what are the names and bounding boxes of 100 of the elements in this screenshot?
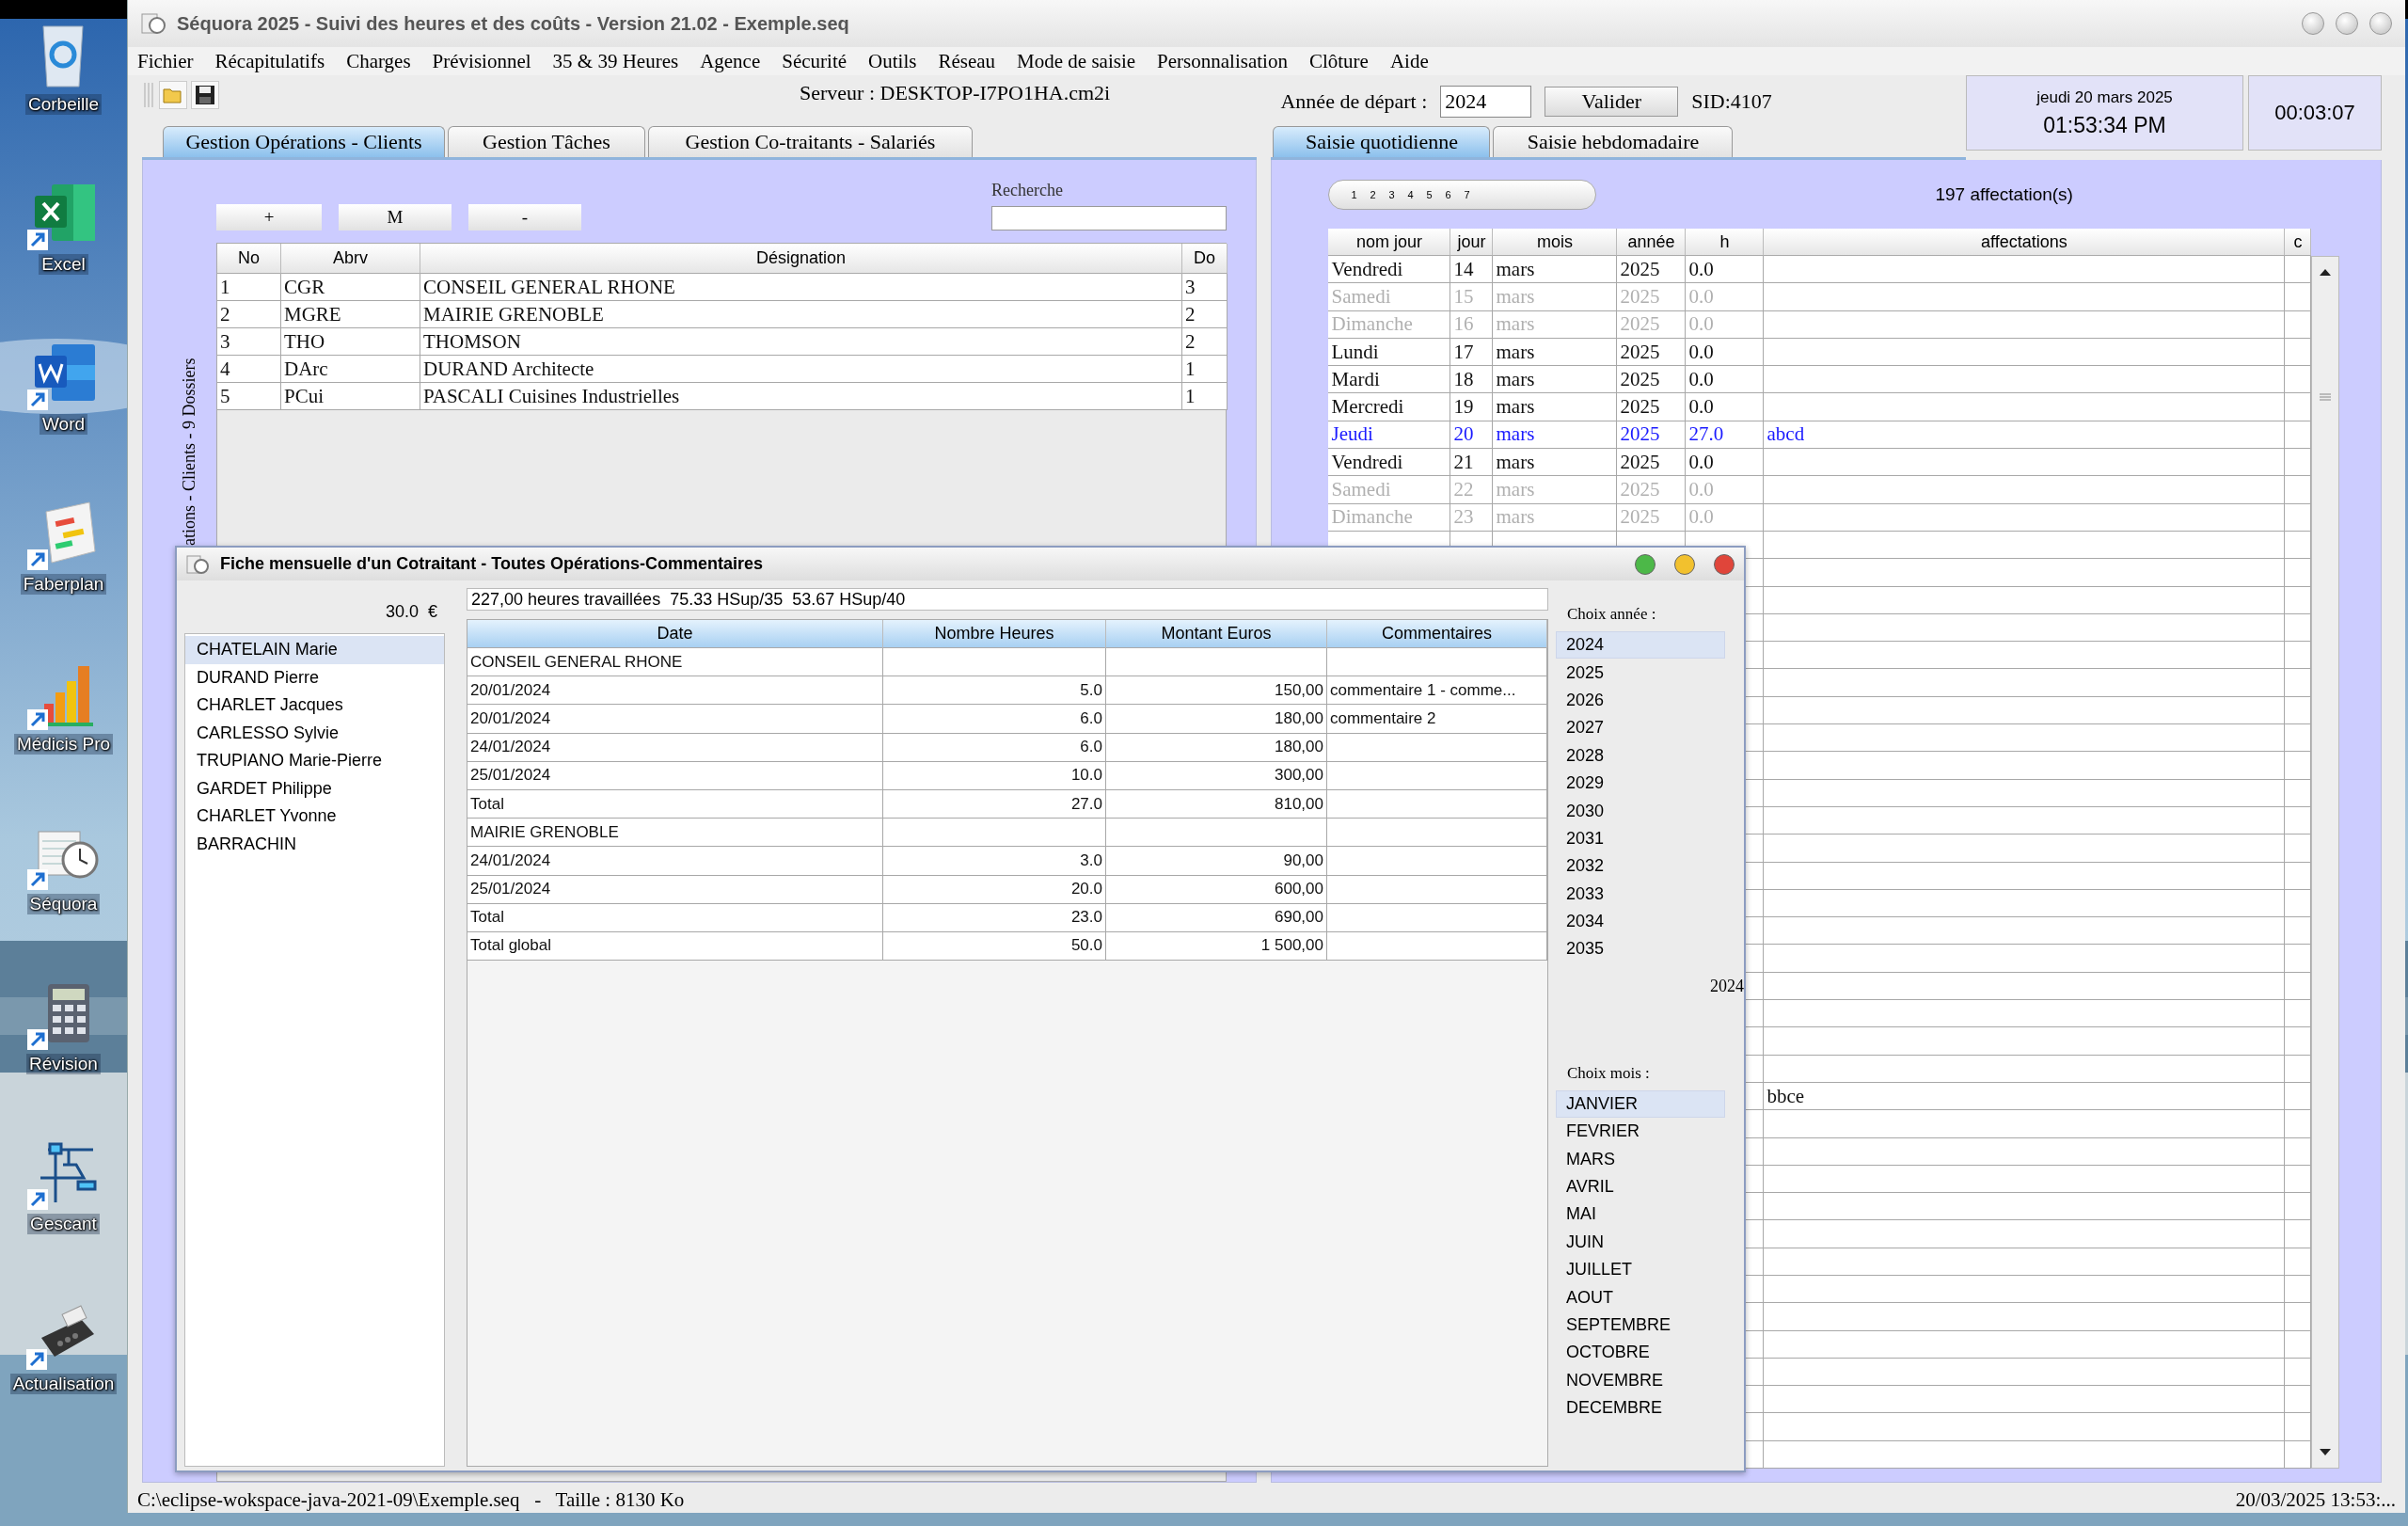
menu-item[interactable]: Aide <box>1389 49 1429 73</box>
table-cell: 810,00 <box>1106 789 1327 819</box>
list-item[interactable]: 2026 <box>1556 686 1725 715</box>
save-icon[interactable] <box>191 81 219 109</box>
page-button[interactable]: 4 <box>1401 183 1420 206</box>
tab[interactable]: Saisie quotidienne <box>1273 126 1491 157</box>
toolbar-button[interactable]: + <box>216 204 322 230</box>
column-header[interactable]: année <box>1617 229 1687 256</box>
list-item[interactable]: CARLESSO Sylvie <box>185 719 444 747</box>
window-title: Séquora 2025 - Suivi des heures et des coûts - Version 21.02 - Exemple.seq <box>177 12 850 35</box>
table-cell <box>2285 696 2312 725</box>
list-item[interactable]: 2027 <box>1556 714 1725 742</box>
table-cell: 50.0 <box>883 931 1106 962</box>
list-item[interactable]: NOVEMBRE <box>1556 1366 1725 1394</box>
list-item[interactable]: FEVRIER <box>1556 1118 1725 1146</box>
list-item[interactable]: 2030 <box>1556 797 1725 825</box>
menu-item[interactable]: Récapitulatifs <box>214 49 325 73</box>
list-item[interactable]: MARS <box>1556 1145 1725 1173</box>
minimize-button[interactable] <box>1674 553 1695 575</box>
server-label: Serveur : DESKTOP-I7PO1HA.cm2i <box>800 81 1111 105</box>
list-item[interactable]: 2033 <box>1556 880 1725 908</box>
page-button[interactable]: 6 <box>1438 183 1458 206</box>
list-item[interactable]: AOUT <box>1556 1283 1725 1311</box>
column-header[interactable]: affectations <box>1764 229 2286 256</box>
list-item[interactable]: 2035 <box>1556 935 1725 963</box>
menu-item[interactable]: Sécurité <box>782 49 848 73</box>
column-header[interactable]: No <box>217 244 281 274</box>
page-button[interactable]: 1 <box>1344 183 1364 206</box>
list-item[interactable]: CHARLET Yvonne <box>185 803 444 831</box>
search-field[interactable] <box>991 206 1227 230</box>
maximize-button[interactable] <box>2336 12 2358 35</box>
validate-button[interactable]: Valider <box>1545 86 1679 117</box>
menu-item[interactable]: Charges <box>346 49 411 73</box>
menu-item[interactable]: Fichier <box>137 49 194 73</box>
menu-item[interactable]: 35 & 39 Heures <box>552 49 679 73</box>
list-item[interactable]: SEPTEMBRE <box>1556 1311 1725 1340</box>
tab[interactable]: Gestion Tâches <box>448 126 645 157</box>
page-button[interactable]: 3 <box>1382 183 1402 206</box>
column-header[interactable]: h <box>1686 229 1765 256</box>
list-item[interactable]: MAI <box>1556 1200 1725 1229</box>
column-header[interactable]: c <box>2285 229 2312 256</box>
month-choice-label: Choix mois : <box>1567 1063 1650 1083</box>
table-cell: 20/01/2024 <box>467 676 883 706</box>
list-item[interactable]: TRUPIANO Marie-Pierre <box>185 747 444 775</box>
menu-item[interactable]: Mode de saisie <box>1017 49 1136 73</box>
hourly-rate: 30.0 € <box>385 602 437 622</box>
tab[interactable]: Gestion Opérations - Clients <box>163 126 445 157</box>
list-item[interactable]: 2034 <box>1556 907 1725 936</box>
column-header[interactable]: Désignation <box>420 244 1182 274</box>
page-button[interactable]: 5 <box>1419 183 1439 206</box>
list-item[interactable]: DURAND Pierre <box>185 663 444 691</box>
list-item[interactable]: JUILLET <box>1556 1256 1725 1284</box>
column-header[interactable]: mois <box>1493 229 1618 256</box>
toolbar-button[interactable]: - <box>468 204 581 230</box>
table-cell: 2025 <box>1617 366 1687 394</box>
list-item[interactable]: BARRACHIN <box>185 830 444 858</box>
list-item[interactable]: JANVIER <box>1556 1089 1725 1119</box>
tab[interactable]: Saisie hebdomadaire <box>1493 126 1734 157</box>
table-cell: mars <box>1493 393 1618 421</box>
minimize-button[interactable] <box>2302 12 2324 35</box>
list-item[interactable]: 2032 <box>1556 852 1725 881</box>
maximize-button[interactable] <box>1635 553 1656 575</box>
list-item[interactable]: 2028 <box>1556 741 1725 770</box>
page-button[interactable]: 7 <box>1457 183 1477 206</box>
list-item[interactable]: GARDET Philippe <box>185 774 444 803</box>
close-button[interactable] <box>2369 12 2392 35</box>
column-header[interactable]: nom jour <box>1328 229 1451 256</box>
column-header[interactable]: Abrv <box>281 244 420 274</box>
menu-item[interactable]: Prévisionnel <box>432 49 531 73</box>
table-cell: 0.0 <box>1686 366 1765 394</box>
toolbar-button[interactable]: M <box>339 204 452 230</box>
menu-item[interactable]: Outils <box>868 49 917 73</box>
column-header[interactable]: Date <box>467 620 883 648</box>
page-button[interactable]: 2 <box>1363 183 1383 206</box>
table-cell: 0.0 <box>1686 338 1765 367</box>
menu-item[interactable]: Réseau <box>938 49 996 73</box>
list-item[interactable]: 2024 <box>1556 631 1725 660</box>
menu-item[interactable]: Personnalisation <box>1157 49 1288 73</box>
list-item[interactable]: 2029 <box>1556 769 1725 798</box>
list-item[interactable]: CHATELAIN Marie <box>185 636 444 664</box>
column-header[interactable]: Nombre Heures <box>883 620 1106 648</box>
column-header[interactable]: Commentaires <box>1327 620 1547 648</box>
table-cell: 18 <box>1450 366 1494 394</box>
column-header[interactable]: Do <box>1182 244 1228 274</box>
list-item[interactable]: OCTOBRE <box>1556 1339 1725 1367</box>
close-button[interactable] <box>1714 553 1735 575</box>
table-cell: commentaire 1 - comme... <box>1327 676 1547 706</box>
list-item[interactable]: AVRIL <box>1556 1172 1725 1201</box>
tab[interactable]: Gestion Co-traitants - Salariés <box>648 126 973 157</box>
menu-item[interactable]: Clôture <box>1308 49 1369 73</box>
list-item[interactable]: 2025 <box>1556 659 1725 687</box>
list-item[interactable]: 2031 <box>1556 824 1725 853</box>
year-field[interactable]: 2024 <box>1440 85 1532 118</box>
column-header[interactable]: Montant Euros <box>1106 620 1327 648</box>
scrollbar[interactable] <box>2311 256 2340 1469</box>
column-header[interactable]: jour <box>1450 229 1494 256</box>
list-item[interactable]: JUIN <box>1556 1228 1725 1257</box>
list-item[interactable]: DECEMBRE <box>1556 1394 1725 1423</box>
menu-item[interactable]: Agence <box>700 49 761 73</box>
list-item[interactable]: CHARLET Jacques <box>185 691 444 720</box>
